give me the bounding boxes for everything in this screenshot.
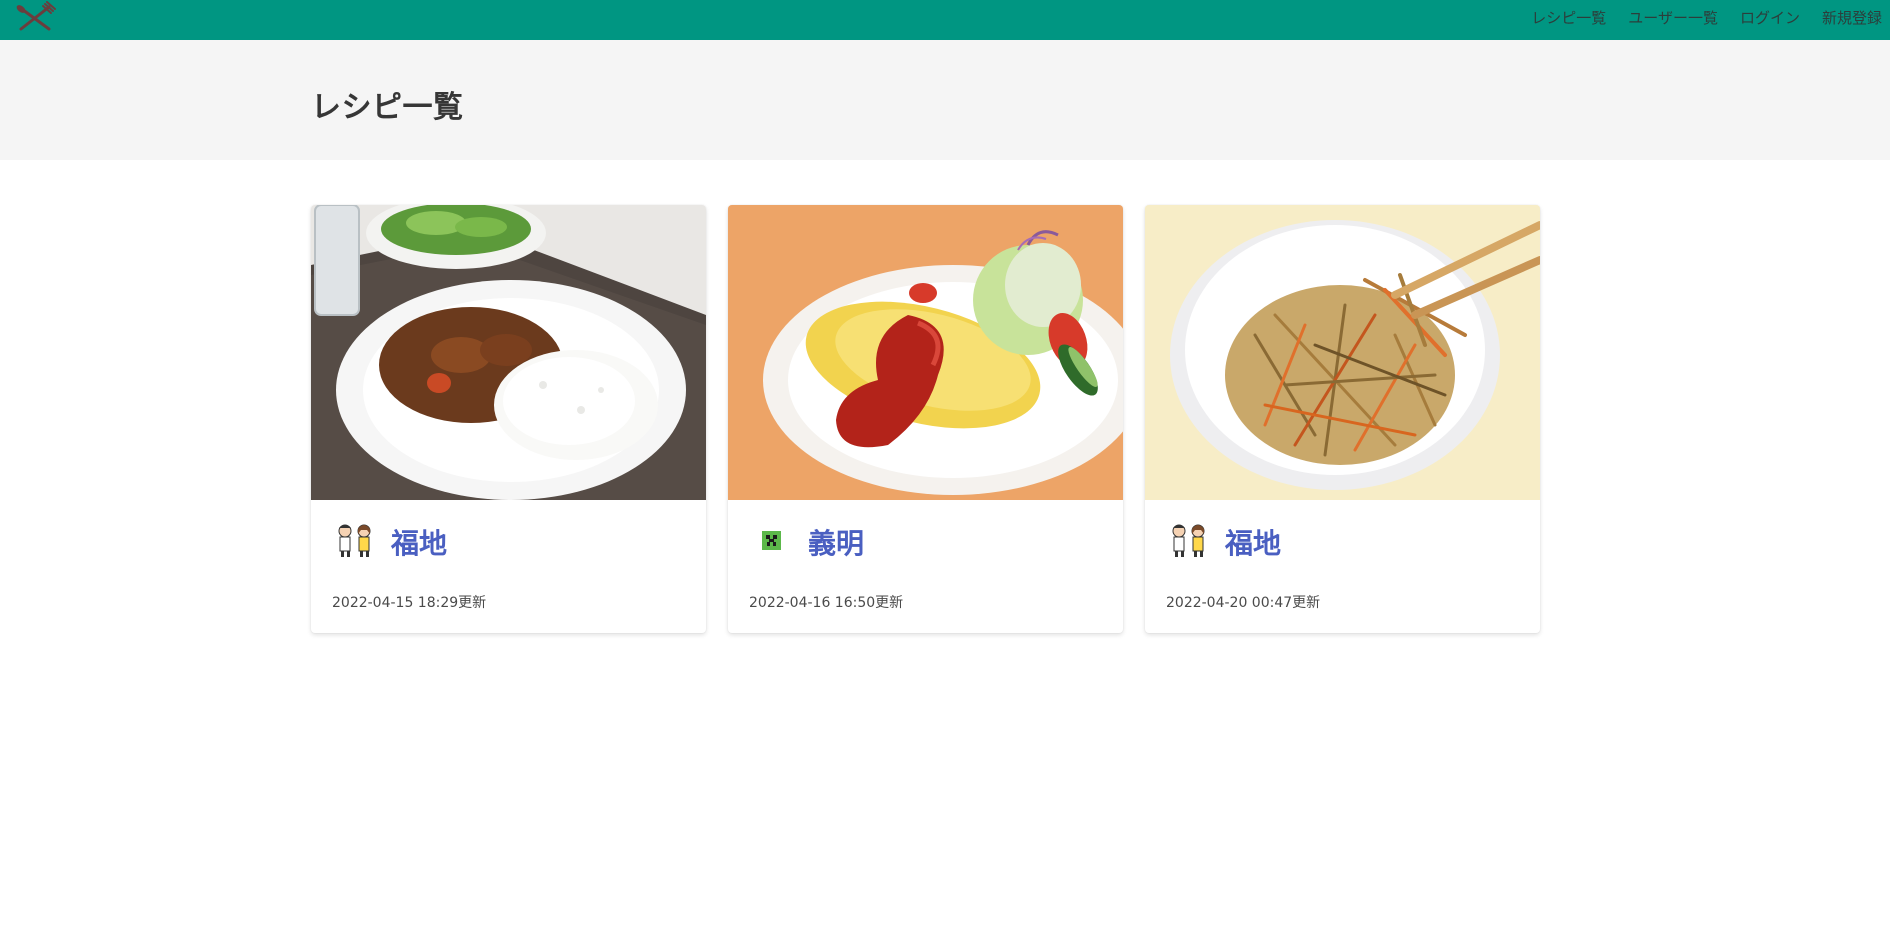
nav-link-login[interactable]: ログイン [1740,7,1800,28]
card-body: 福地 2022-04-20 00:47更新 [1145,500,1540,633]
recipe-card[interactable]: 福地 2022-04-20 00:47更新 [1145,205,1540,633]
fork-knife-icon[interactable] [13,1,57,35]
recipe-card[interactable]: 福地 2022-04-15 18:29更新 [311,205,706,633]
nav-link-signup[interactable]: 新規登録 [1822,7,1882,28]
author-name-link[interactable]: 義明 [808,522,864,562]
card-body: 義明 2022-04-16 16:50更新 [728,500,1123,633]
author-name-link[interactable]: 福地 [391,522,447,562]
chef-duo-avatar[interactable] [331,522,379,558]
nav-links: レシピ一覧 ユーザー一覧 ログイン 新規登録 [1509,0,1882,34]
chef-duo-avatar[interactable] [1165,522,1213,558]
card-body: 福地 2022-04-15 18:29更新 [311,500,706,633]
top-navbar: レシピ一覧 ユーザー一覧 ログイン 新規登録 [0,0,1890,40]
updated-timestamp: 2022-04-16 16:50更新 [749,595,904,611]
recipe-card[interactable]: 義明 2022-04-16 16:50更新 [728,205,1123,633]
nav-link-users[interactable]: ユーザー一覧 [1628,7,1718,28]
updated-timestamp: 2022-04-20 00:47更新 [1166,595,1321,611]
recipe-image-kinpira[interactable] [1145,205,1540,500]
page-title: レシピ一覧 [311,90,464,125]
nav-link-recipes[interactable]: レシピ一覧 [1531,7,1606,28]
creeper-avatar[interactable] [748,522,796,558]
recipe-card-list: 福地 2022-04-15 18:29更新 義明 2022-04-16 16:5… [311,205,1562,633]
author-name-link[interactable]: 福地 [1225,522,1281,562]
recipe-image-curry[interactable] [311,205,706,500]
page-hero: レシピ一覧 [0,40,1890,160]
recipe-image-omurice[interactable] [728,205,1123,500]
updated-timestamp: 2022-04-15 18:29更新 [332,595,487,611]
